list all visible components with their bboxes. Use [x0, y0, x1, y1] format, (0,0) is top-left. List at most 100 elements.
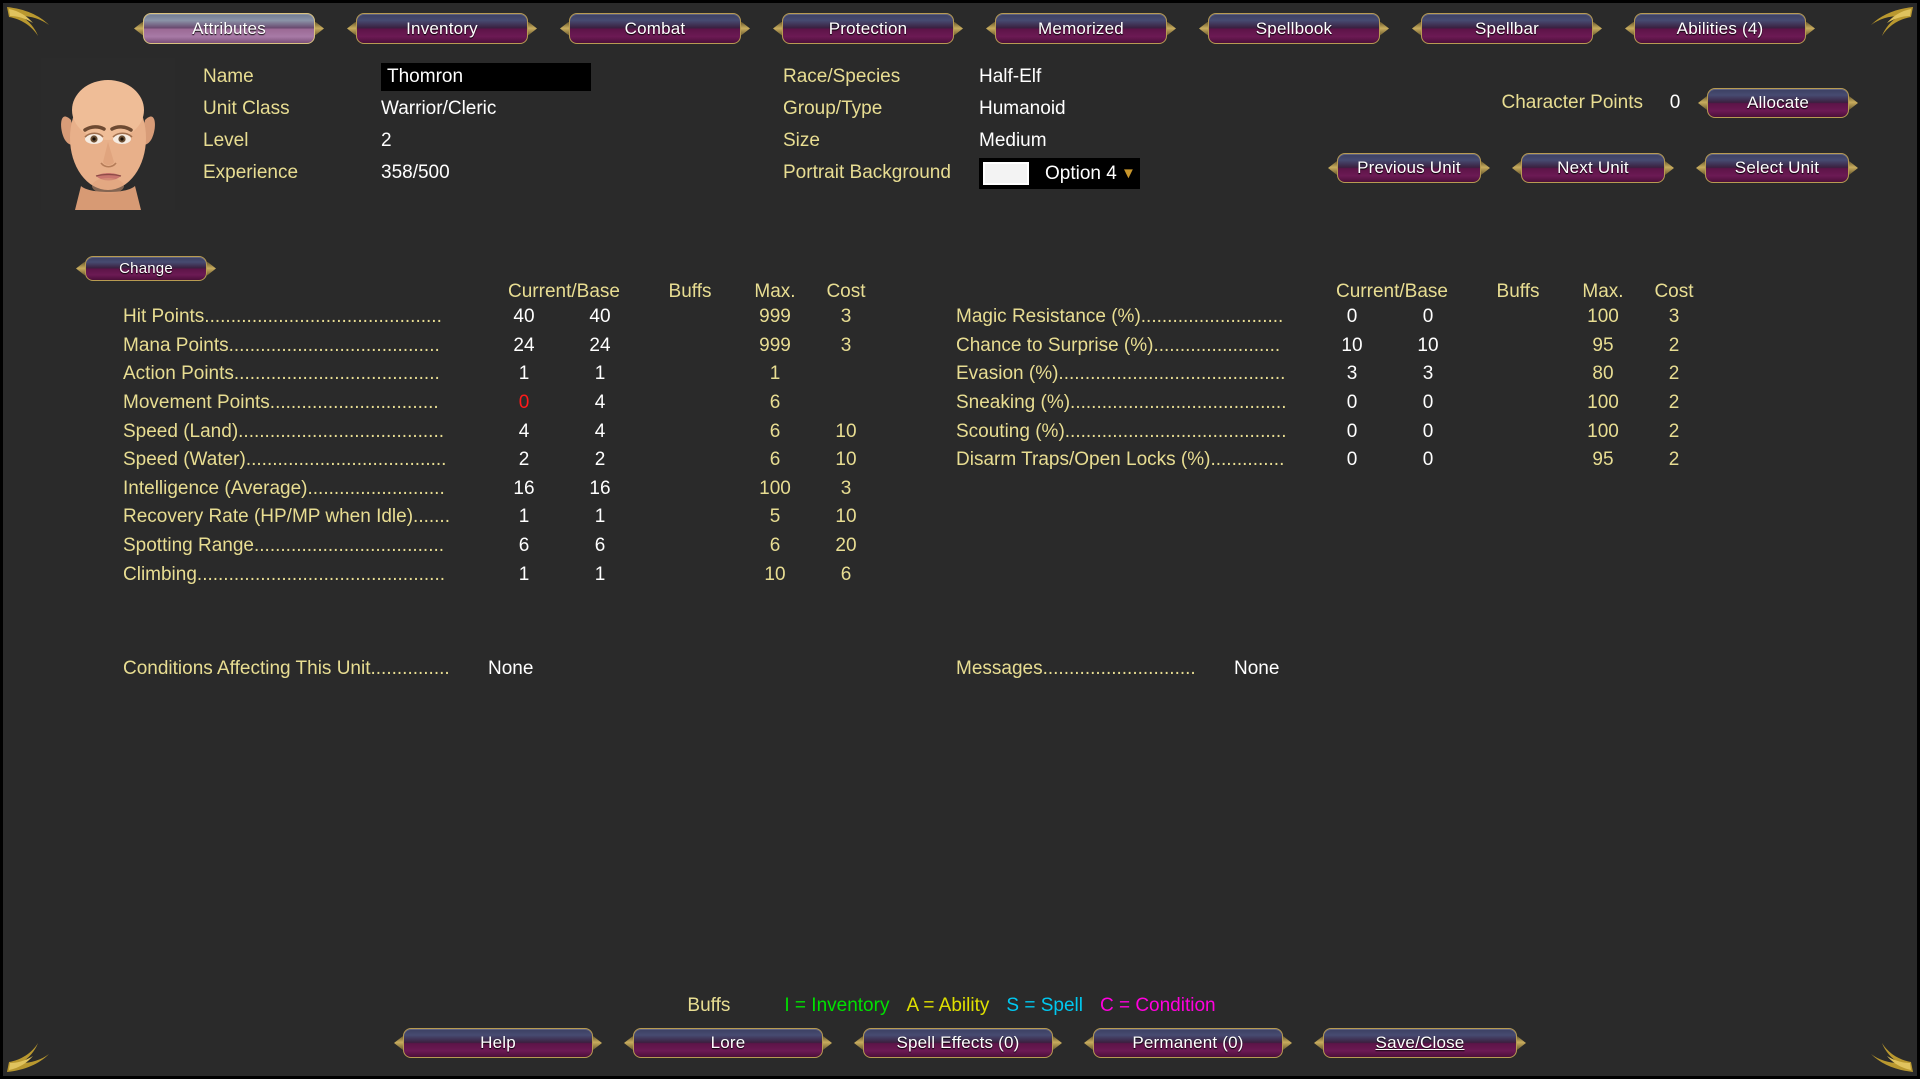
- tab-combat[interactable]: Combat: [569, 13, 741, 44]
- tab-memorized-label: Memorized: [1038, 18, 1124, 38]
- legend-condition: C = Condition: [1099, 995, 1216, 1016]
- lore-button[interactable]: Lore: [633, 1028, 823, 1058]
- legend-ability: A = Ability: [906, 995, 990, 1016]
- stat-cell-base: 10: [1417, 334, 1439, 356]
- next-unit-button[interactable]: Next Unit: [1521, 153, 1665, 183]
- stat-cell-name: Movement Points.........................…: [123, 392, 439, 414]
- buffs-legend: Buffs I = Inventory A = Ability S = Spel…: [3, 995, 1917, 1017]
- tab-attributes-label: Attributes: [192, 18, 266, 38]
- allocate-button[interactable]: Allocate: [1707, 88, 1849, 118]
- stat-cell-max: 6: [769, 535, 781, 557]
- next-unit-label: Next Unit: [1557, 158, 1629, 177]
- permanent-button[interactable]: Permanent (0): [1093, 1028, 1283, 1058]
- stat-cell-max: 6: [769, 420, 781, 442]
- experience-label: Experience: [203, 162, 299, 183]
- footer-button-bar: Help Lore Spell Effects (0) Permanent (0…: [3, 1028, 1917, 1058]
- stat-cell-base: 0: [1422, 449, 1434, 471]
- tab-inventory-label: Inventory: [406, 18, 478, 38]
- stat-cell-max: 100: [759, 477, 791, 499]
- portrait-background-swatch[interactable]: [983, 161, 1029, 185]
- tab-memorized[interactable]: Memorized: [995, 13, 1167, 44]
- unit-class-value: Warrior/Cleric: [381, 98, 497, 119]
- stat-cell-current: 1: [518, 506, 530, 528]
- stat-cell-current: 6: [518, 535, 530, 557]
- allocate-label: Allocate: [1746, 93, 1810, 112]
- info-row-portrait-background: Portrait Background Option 1Option 2Opti…: [783, 157, 1140, 189]
- stat-cell-cost: 3: [1668, 306, 1680, 328]
- size-label: Size: [783, 130, 820, 151]
- portrait-background-control[interactable]: Option 1Option 2Option 3Option 4Option 5…: [979, 157, 1140, 189]
- stat-cell-cost: 6: [840, 563, 852, 585]
- stat-cell-name: Action Points...........................…: [123, 363, 440, 385]
- info-row-name: Name: [203, 61, 591, 93]
- select-unit-button[interactable]: Select Unit: [1705, 153, 1849, 183]
- tab-inventory[interactable]: Inventory: [356, 13, 528, 44]
- stat-cell-cost: 2: [1668, 334, 1680, 356]
- stat-cell-max: 6: [769, 449, 781, 471]
- stat-row: Sneaking (%)............................…: [956, 389, 1710, 418]
- stat-row: Action Points...........................…: [123, 360, 882, 389]
- stat-cell-base: 6: [594, 535, 606, 557]
- info-row-race: Race/Species Half-Elf: [783, 61, 1140, 93]
- info-row-experience: Experience 358/500: [203, 157, 591, 189]
- stat-cell-name: Evasion (%).............................…: [956, 363, 1286, 385]
- name-input[interactable]: [381, 63, 591, 91]
- stat-cell-max: 5: [769, 506, 781, 528]
- stat-cell-max: 95: [1592, 449, 1614, 471]
- stats-left-header-currentbase: Current/Base: [508, 281, 620, 302]
- stats-right-header: Current/Base Buffs Max. Cost: [956, 275, 1710, 303]
- stat-cell-base: 1: [594, 563, 606, 585]
- stat-cell-cost: 10: [835, 420, 857, 442]
- portrait-background-select[interactable]: Option 1Option 2Option 3Option 4Option 5: [1045, 162, 1139, 184]
- stat-cell-max: 999: [759, 306, 791, 328]
- stat-cell-current: 0: [1346, 420, 1358, 442]
- stat-cell-base: 16: [589, 477, 611, 499]
- stat-cell-current: 16: [513, 477, 535, 499]
- stat-cell-max: 100: [1587, 392, 1619, 414]
- stat-cell-cost: 20: [835, 535, 857, 557]
- previous-unit-button[interactable]: Previous Unit: [1337, 153, 1481, 183]
- stat-row: Disarm Traps/Open Locks (%).............…: [956, 446, 1710, 475]
- stat-cell-name: Sneaking (%)............................…: [956, 392, 1287, 414]
- stats-left-header-max: Max.: [754, 281, 796, 302]
- tab-spellbar-label: Spellbar: [1475, 18, 1539, 38]
- tab-spellbar[interactable]: Spellbar: [1421, 13, 1593, 44]
- character-info-right: Race/Species Half-Elf Group/Type Humanoi…: [783, 61, 1140, 189]
- stat-cell-cost: 3: [840, 306, 852, 328]
- tab-combat-label: Combat: [624, 18, 686, 38]
- stat-row: Recovery Rate (HP/MP when Idle)....... 1 1…: [123, 503, 882, 532]
- character-portrait[interactable]: [41, 58, 175, 210]
- stat-row: Spotting Range..........................…: [123, 532, 882, 561]
- stat-cell-base: 24: [589, 334, 611, 356]
- save-close-button[interactable]: Save/Close: [1323, 1028, 1517, 1058]
- tab-protection-label: Protection: [828, 18, 908, 38]
- stats-right-header-currentbase: Current/Base: [1336, 281, 1448, 302]
- legend-spell: S = Spell: [1006, 995, 1083, 1016]
- stat-cell-cost: 2: [1668, 363, 1680, 385]
- tab-protection[interactable]: Protection: [782, 13, 954, 44]
- spell-effects-button[interactable]: Spell Effects (0): [863, 1028, 1053, 1058]
- tab-abilities[interactable]: Abilities (4): [1634, 13, 1806, 44]
- stat-cell-current: 1: [518, 363, 530, 385]
- group-value: Humanoid: [979, 98, 1066, 119]
- character-info-left: Name Unit Class Warrior/Cleric Level 2 E…: [203, 61, 591, 189]
- tab-spellbook[interactable]: Spellbook: [1208, 13, 1380, 44]
- stats-left-header-buffs: Buffs: [668, 281, 712, 302]
- portrait-area: Change: [41, 58, 207, 281]
- name-label: Name: [203, 66, 254, 87]
- tab-attributes[interactable]: Attributes: [143, 13, 315, 44]
- race-label: Race/Species: [783, 66, 901, 87]
- stats-left-header: Current/Base Buffs Max. Cost: [123, 275, 882, 303]
- stat-cell-base: 2: [594, 449, 606, 471]
- stat-cell-current: 3: [1346, 363, 1358, 385]
- legend-inventory: I = Inventory: [784, 995, 890, 1016]
- messages-row: Messages............................. No…: [956, 658, 1279, 680]
- stat-cell-max: 100: [1587, 306, 1619, 328]
- stat-cell-max: 6: [769, 392, 781, 414]
- stat-cell-max: 10: [764, 563, 786, 585]
- info-row-size: Size Medium: [783, 125, 1140, 157]
- help-button[interactable]: Help: [403, 1028, 593, 1058]
- tab-abilities-label: Abilities (4): [1676, 18, 1764, 38]
- stat-row: Chance to Surprise (%)..................…: [956, 332, 1710, 361]
- stat-cell-cost: 2: [1668, 392, 1680, 414]
